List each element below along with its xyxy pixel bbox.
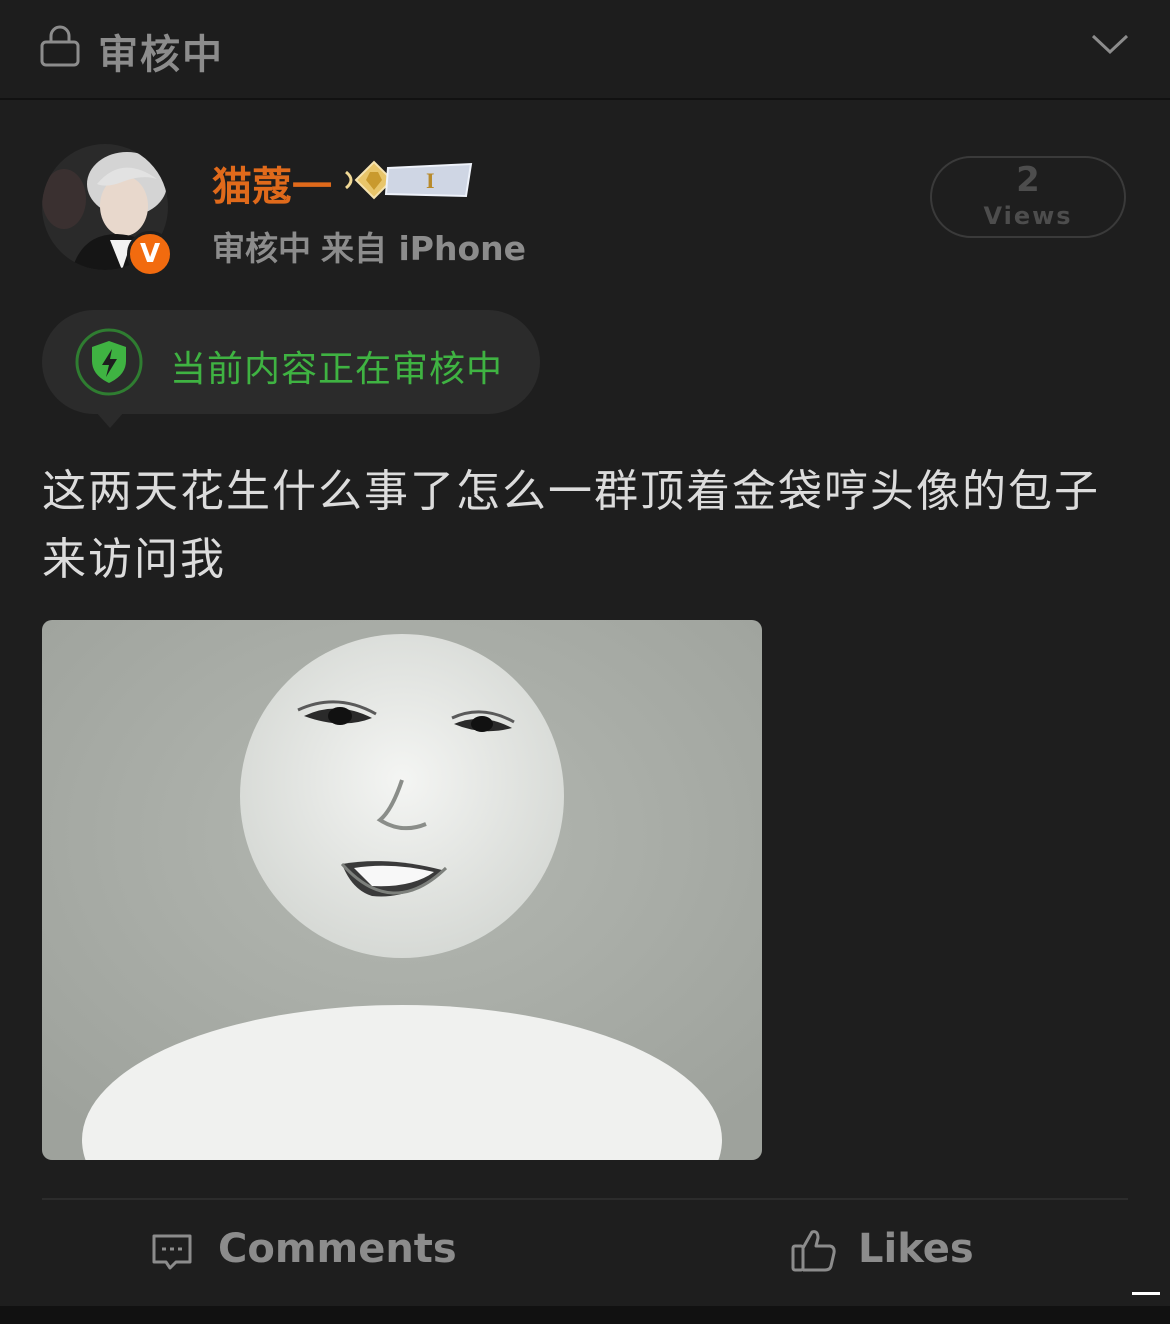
post-source: 来自 iPhone — [321, 229, 527, 268]
bottom-bar — [0, 1306, 1170, 1324]
meme-face-image — [42, 620, 762, 1160]
review-notice-tail — [96, 412, 124, 428]
lock-icon — [40, 25, 80, 67]
views-count: 2 — [1016, 160, 1040, 200]
post-detail-page: 审核中 V 猫蔻一 I 审核中 来自 iPhone 2 Views 当前内容正在… — [0, 0, 1170, 1324]
comment-icon — [152, 1234, 192, 1270]
comments-label: Comments — [218, 1226, 457, 1272]
home-indicator — [1132, 1292, 1160, 1295]
chevron-down-icon[interactable] — [1090, 30, 1130, 60]
divider — [42, 1198, 1128, 1200]
svg-text:I: I — [426, 168, 435, 193]
author-name[interactable]: 猫蔻一 — [212, 154, 332, 212]
post-meta: 审核中 来自 iPhone — [212, 222, 526, 270]
post-status: 审核中 — [212, 229, 311, 268]
page-title: 审核中 — [98, 32, 224, 78]
shield-icon — [75, 328, 143, 396]
views-count-pill: 2 Views — [930, 156, 1126, 238]
post-body-text: 这两天花生什么事了怎么一群顶着金袋哼头像的包子来访问我 — [42, 466, 1100, 585]
views-label: Views — [983, 202, 1073, 230]
review-notice-text: 当前内容正在审核中 — [170, 349, 504, 390]
top-bar: 审核中 — [0, 0, 1170, 100]
likes-label: Likes — [858, 1226, 974, 1272]
verified-badge: V — [127, 231, 173, 277]
post-image[interactable] — [42, 620, 762, 1160]
rank-badge-icon[interactable]: I — [326, 156, 476, 204]
thumbs-up-icon — [791, 1230, 836, 1272]
